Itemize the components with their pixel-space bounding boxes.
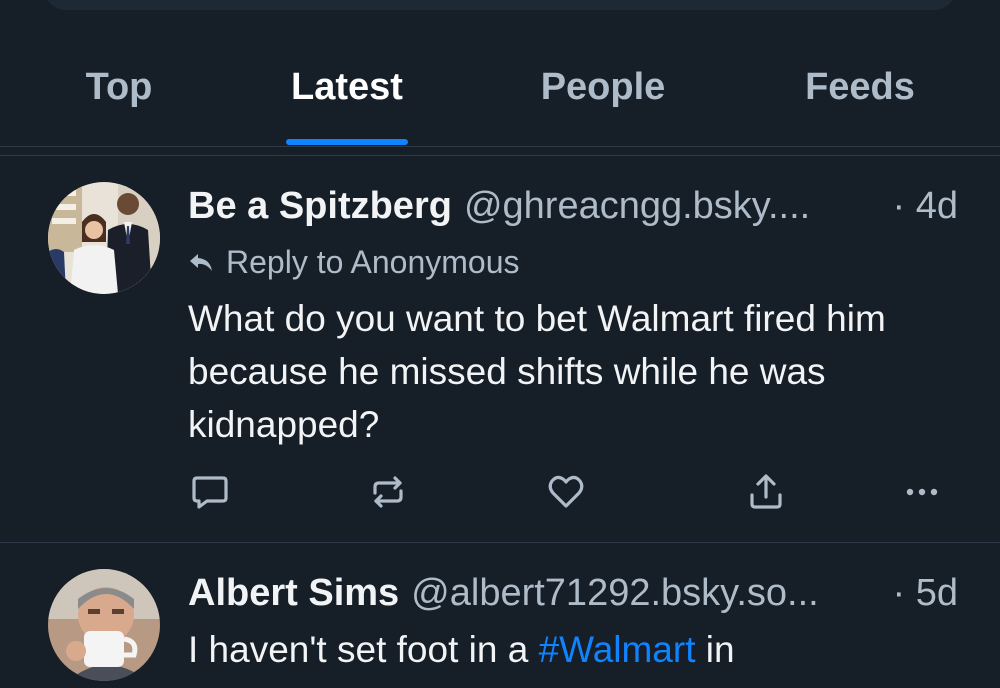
tabs-divider	[0, 146, 1000, 147]
author-handle[interactable]: @ghreacngg.bsky....	[464, 182, 885, 230]
post-text: What do you want to bet Walmart fired hi…	[188, 298, 897, 445]
tab-label: Feeds	[805, 66, 915, 108]
search-tabs: Top Latest People Feeds	[0, 44, 1000, 146]
post-actions	[188, 470, 958, 514]
hashtag-link[interactable]: #Walmart	[539, 629, 696, 670]
avatar[interactable]	[48, 182, 160, 294]
reply-context[interactable]: Reply to Anonymous	[188, 240, 958, 284]
tab-latest[interactable]: Latest	[270, 44, 424, 146]
post[interactable]: Albert Sims @albert71292.bsky.so... · 5d…	[0, 543, 1000, 688]
post-text: I haven't set foot in a #Walmart in	[188, 623, 958, 676]
reply-button[interactable]	[188, 470, 232, 514]
reply-arrow-icon	[190, 254, 212, 271]
post-content: Albert Sims @albert71292.bsky.so... · 5d…	[188, 569, 958, 676]
author-handle[interactable]: @albert71292.bsky.so...	[411, 569, 884, 617]
reply-to-label: Reply to Anonymous	[226, 244, 520, 280]
author-display-name[interactable]: Albert Sims	[188, 569, 399, 617]
post-content: Be a Spitzberg @ghreacngg.bsky.... · 4d …	[188, 182, 958, 451]
post-header: Be a Spitzberg @ghreacngg.bsky.... · 4d	[188, 182, 958, 230]
post-header: Albert Sims @albert71292.bsky.so... · 5d	[188, 569, 958, 617]
post[interactable]: Be a Spitzberg @ghreacngg.bsky.... · 4d …	[0, 156, 1000, 542]
avatar-image	[48, 182, 160, 294]
tab-people[interactable]: People	[520, 44, 686, 146]
search-bar[interactable]	[44, 0, 956, 10]
tab-label: Top	[85, 66, 153, 108]
tab-feeds[interactable]: Feeds	[780, 44, 940, 146]
avatar[interactable]	[48, 569, 160, 681]
more-options-button[interactable]	[900, 470, 944, 514]
like-button[interactable]	[544, 470, 588, 514]
speech-bubble-icon	[192, 476, 228, 509]
post-timestamp[interactable]: · 5d	[893, 569, 958, 617]
active-tab-indicator	[286, 139, 408, 145]
author-display-name[interactable]: Be a Spitzberg	[188, 182, 452, 230]
ellipsis-icon	[906, 488, 938, 496]
share-button[interactable]	[744, 470, 788, 514]
post-text-prefix: I haven't set foot in a	[188, 629, 539, 670]
tab-label: Latest	[291, 66, 403, 108]
avatar-image	[48, 569, 160, 681]
tab-top[interactable]: Top	[60, 44, 178, 146]
post-text-suffix: in	[695, 629, 735, 670]
heart-icon	[548, 475, 584, 508]
tab-label: People	[540, 66, 666, 108]
repost-arrows-icon	[373, 476, 403, 508]
post-timestamp[interactable]: · 4d	[893, 182, 958, 230]
share-upload-icon	[750, 474, 782, 509]
repost-button[interactable]	[366, 470, 410, 514]
